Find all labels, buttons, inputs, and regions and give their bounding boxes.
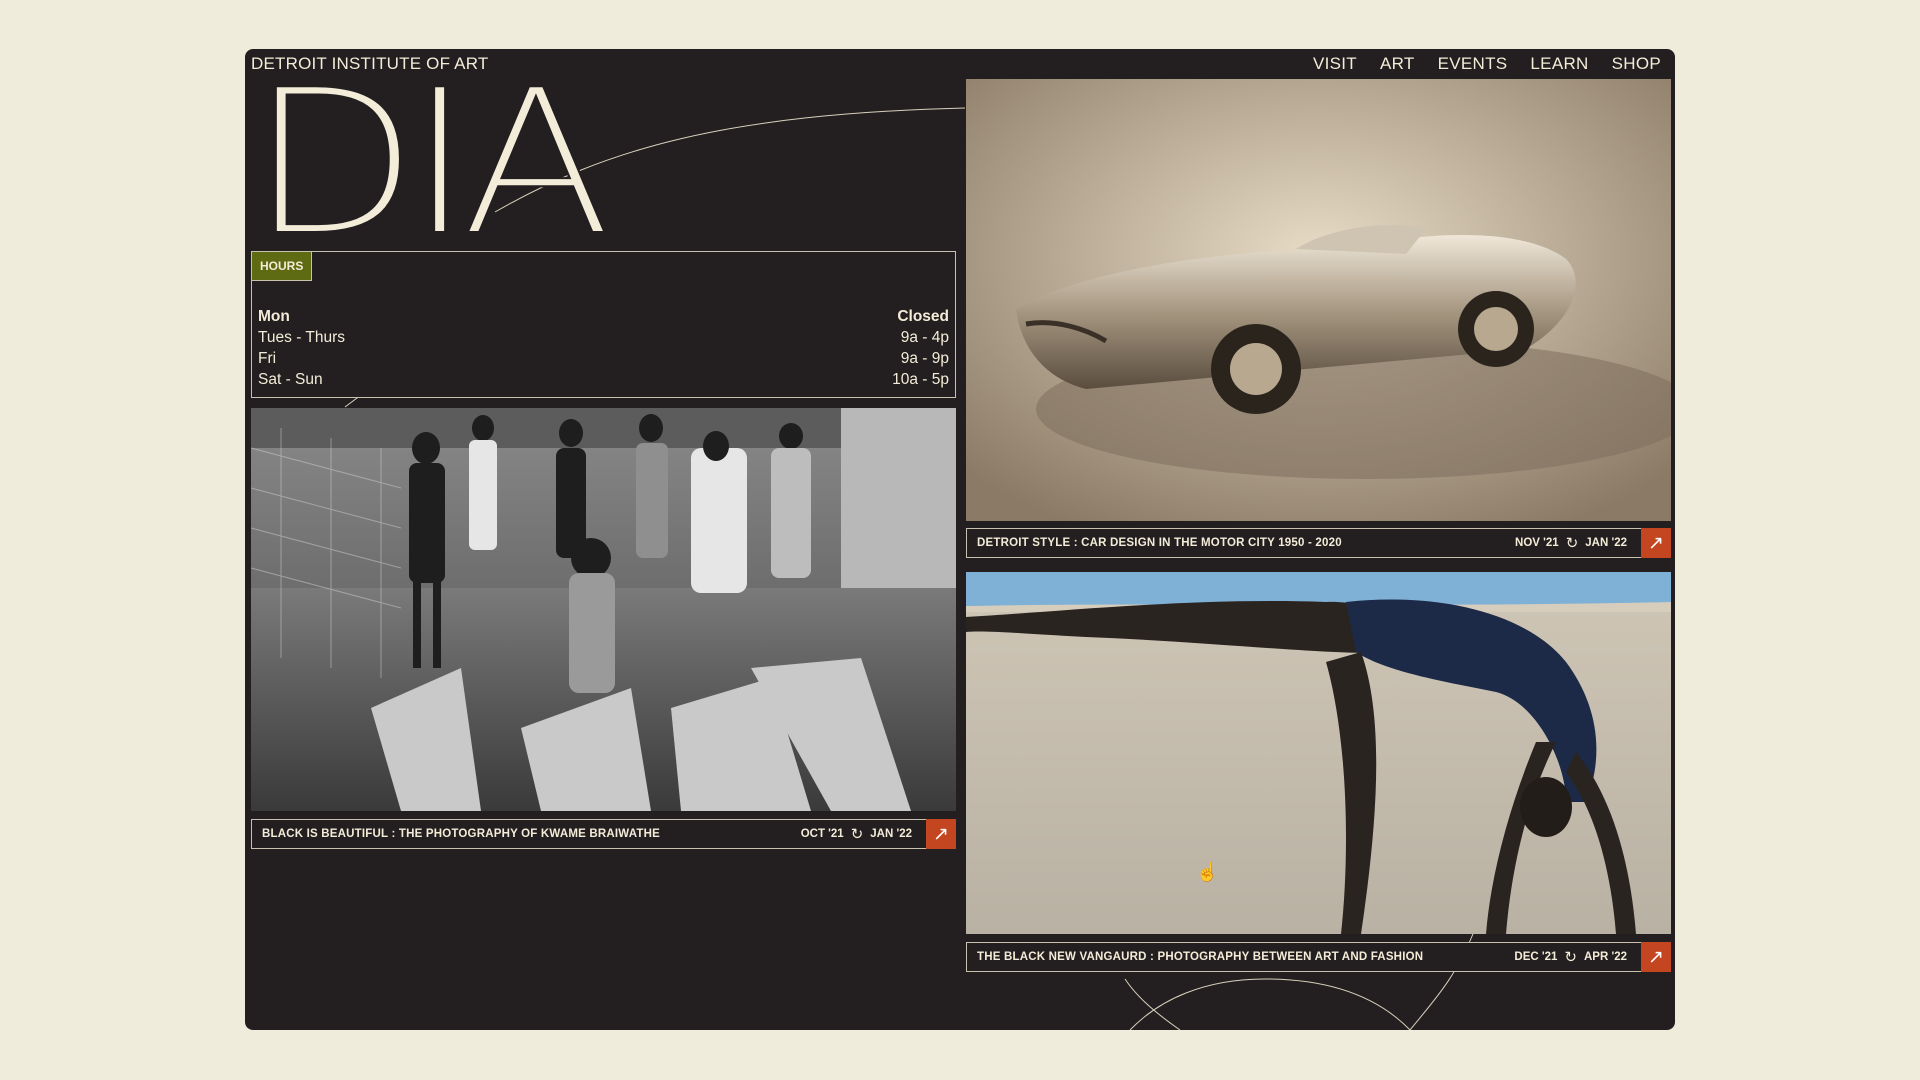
exhibition-end-date: JAN '22 bbox=[870, 828, 912, 840]
hours-day: Mon bbox=[258, 308, 290, 325]
cycle-icon: ↻ bbox=[1564, 949, 1577, 966]
cycle-icon: ↻ bbox=[1565, 535, 1579, 552]
exhibition-image-detroit-style[interactable] bbox=[966, 79, 1671, 521]
hours-day: Sat - Sun bbox=[258, 371, 323, 388]
exhibition-title[interactable]: Detroit Style : Car Design in the Motor … bbox=[967, 537, 1515, 549]
exhibition-image-black-is-beautiful[interactable] bbox=[251, 408, 956, 811]
exhibition-image-black-new-vangaurd[interactable]: ☝ bbox=[966, 572, 1671, 934]
arrow-up-right-icon[interactable]: ↗ bbox=[1641, 528, 1671, 558]
browser-window: DETROIT INSTITUTE OF ART VISIT ART EVENT… bbox=[245, 49, 1675, 1030]
exhibition-start-date: DEC '21 bbox=[1514, 951, 1558, 963]
exhibition-dates: DEC '21 ↻ APR '22 bbox=[1514, 948, 1641, 966]
hours-time: 9a - 9p bbox=[900, 350, 949, 367]
hours-panel: HOURS Mon Closed Tues - Thurs 9a - 4p Fr… bbox=[251, 251, 956, 398]
hours-list: Mon Closed Tues - Thurs 9a - 4p Fri 9a -… bbox=[258, 306, 949, 390]
exhibition-dates: NOV '21 ↻ JAN '22 bbox=[1515, 534, 1641, 552]
arrow-up-right-icon[interactable]: ↗ bbox=[926, 819, 956, 849]
nav-events[interactable]: EVENTS bbox=[1438, 54, 1508, 74]
exhibition-caption[interactable]: Black is Beautiful : The Photography of … bbox=[251, 819, 956, 849]
hours-row: Tues - Thurs 9a - 4p bbox=[258, 327, 949, 348]
cycle-icon: ↻ bbox=[850, 826, 864, 843]
main-nav: VISIT ART EVENTS LEARN SHOP bbox=[1313, 54, 1661, 74]
exhibition-start-date: OCT '21 bbox=[800, 828, 844, 840]
hours-time: 9a - 4p bbox=[900, 329, 949, 346]
hours-day: Tues - Thurs bbox=[258, 329, 345, 346]
nav-visit[interactable]: VISIT bbox=[1313, 54, 1357, 74]
nav-art[interactable]: ART bbox=[1380, 54, 1415, 74]
nav-learn[interactable]: LEARN bbox=[1530, 54, 1588, 74]
exhibition-start-date: NOV '21 bbox=[1515, 537, 1559, 549]
nav-shop[interactable]: SHOP bbox=[1612, 54, 1661, 74]
hours-day: Fri bbox=[258, 350, 277, 367]
arrow-up-right-icon[interactable]: ↗ bbox=[1641, 942, 1671, 972]
exhibition-end-date: APR '22 bbox=[1583, 951, 1627, 963]
hours-row: Mon Closed bbox=[258, 306, 949, 327]
hours-badge: HOURS bbox=[252, 252, 313, 281]
dia-logo[interactable]: DIA bbox=[248, 63, 613, 265]
exhibition-caption[interactable]: Detroit Style : Car Design in the Motor … bbox=[966, 528, 1671, 558]
hours-time: 10a - 5p bbox=[892, 371, 949, 388]
hours-row: Sat - Sun 10a - 5p bbox=[258, 369, 949, 390]
hours-time: Closed bbox=[897, 308, 949, 325]
hours-row: Fri 9a - 9p bbox=[258, 348, 949, 369]
exhibition-title[interactable]: Black is Beautiful : The Photography of … bbox=[252, 828, 801, 840]
exhibition-dates: OCT '21 ↻ JAN '22 bbox=[801, 825, 926, 843]
hand-cursor-icon: ☝ bbox=[1196, 862, 1219, 882]
exhibition-caption[interactable]: The Black New Vangaurd : Photography Bet… bbox=[966, 942, 1671, 972]
exhibition-title[interactable]: The Black New Vangaurd : Photography Bet… bbox=[967, 951, 1514, 963]
exhibition-end-date: JAN '22 bbox=[1585, 537, 1627, 549]
